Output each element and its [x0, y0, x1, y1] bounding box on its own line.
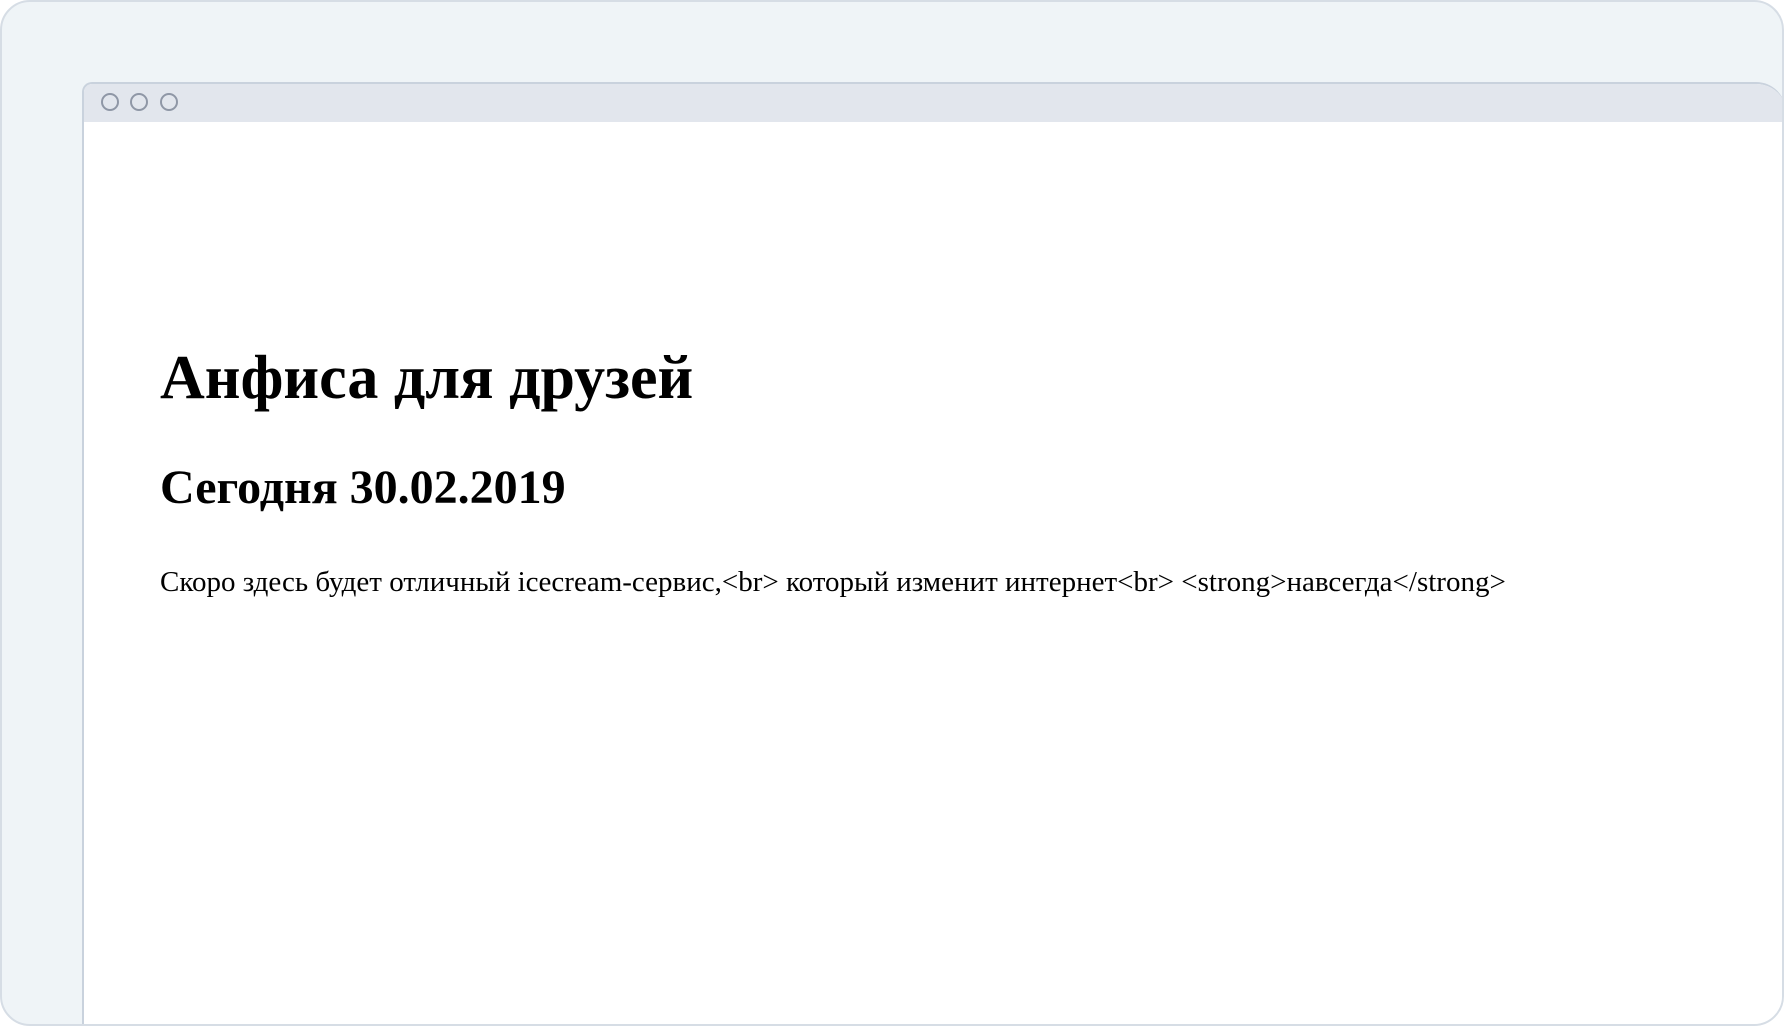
browser-window: Анфиса для друзей Сегодня 30.02.2019 Ско… [82, 82, 1782, 1024]
date-heading: Сегодня 30.02.2019 [160, 461, 566, 514]
window-control-dot-2-icon[interactable] [130, 93, 148, 111]
window-control-dot-1-icon[interactable] [101, 93, 119, 111]
page-paragraph: Скоро здесь будет отличный icecream-серв… [160, 566, 1506, 598]
window-titlebar [84, 84, 1782, 122]
screenshot-frame: Анфиса для друзей Сегодня 30.02.2019 Ско… [0, 0, 1784, 1026]
window-control-dot-3-icon[interactable] [160, 93, 178, 111]
page-title: Анфиса для друзей [160, 344, 694, 412]
